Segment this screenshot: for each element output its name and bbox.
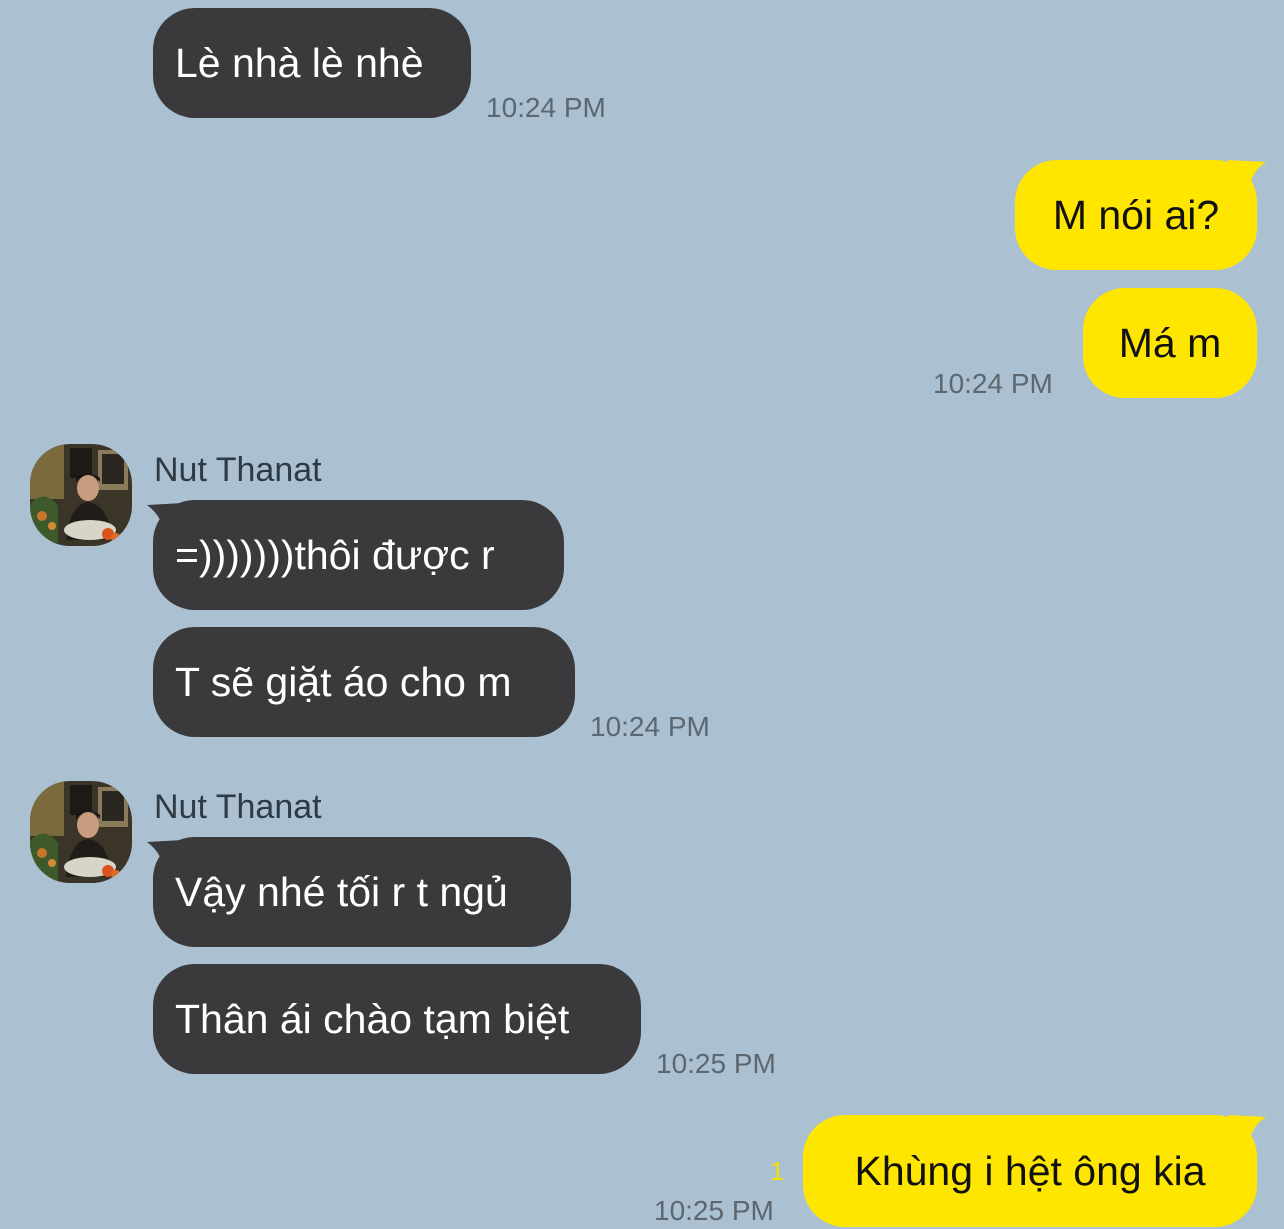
message-text: T sẽ giặt áo cho m xyxy=(175,659,512,705)
message-timestamp: 10:24 PM xyxy=(486,92,606,123)
sender-name: Nut Thanat xyxy=(154,451,322,489)
bubble-tail-icon xyxy=(1228,1115,1266,1145)
message-bubble-incoming[interactable]: Lè nhà lè nhè xyxy=(153,8,471,118)
message-timestamp: 10:24 PM xyxy=(933,368,1053,399)
message-bubble-incoming[interactable]: Thân ái chào tạm biệt xyxy=(153,964,641,1074)
message-text: =)))))))thôi được r xyxy=(175,532,495,578)
message-text: Má m xyxy=(1118,320,1222,366)
message-text: Vậy nhé tối r t ngủ xyxy=(175,869,508,915)
message-bubble-outgoing[interactable]: M nói ai? xyxy=(1015,160,1257,270)
message-text: Khùng i hệt ông kia xyxy=(854,1148,1206,1194)
message-bubble-outgoing[interactable]: Khùng i hệt ông kia xyxy=(803,1115,1257,1227)
message-timestamp: 10:24 PM xyxy=(590,711,710,742)
profile-photo-icon xyxy=(30,781,132,883)
profile-photo-icon xyxy=(30,444,132,546)
message-bubble-outgoing[interactable]: Má m xyxy=(1083,288,1257,398)
sender-name: Nut Thanat xyxy=(154,788,322,826)
message-timestamp: 10:25 PM xyxy=(654,1195,774,1226)
message-bubble-incoming[interactable]: Vậy nhé tối r t ngủ xyxy=(153,837,571,947)
avatar[interactable] xyxy=(30,781,132,883)
message-text: M nói ai? xyxy=(1052,192,1220,238)
bubble-tail-icon xyxy=(1228,160,1266,190)
avatar[interactable] xyxy=(30,444,132,546)
message-bubble-incoming[interactable]: =)))))))thôi được r xyxy=(153,500,564,610)
message-text: Lè nhà lè nhè xyxy=(175,40,424,86)
message-text: Thân ái chào tạm biệt xyxy=(175,996,570,1042)
unread-count: 1 xyxy=(770,1156,785,1186)
message-bubble-incoming[interactable]: T sẽ giặt áo cho m xyxy=(153,627,575,737)
message-timestamp: 10:25 PM xyxy=(656,1048,776,1079)
